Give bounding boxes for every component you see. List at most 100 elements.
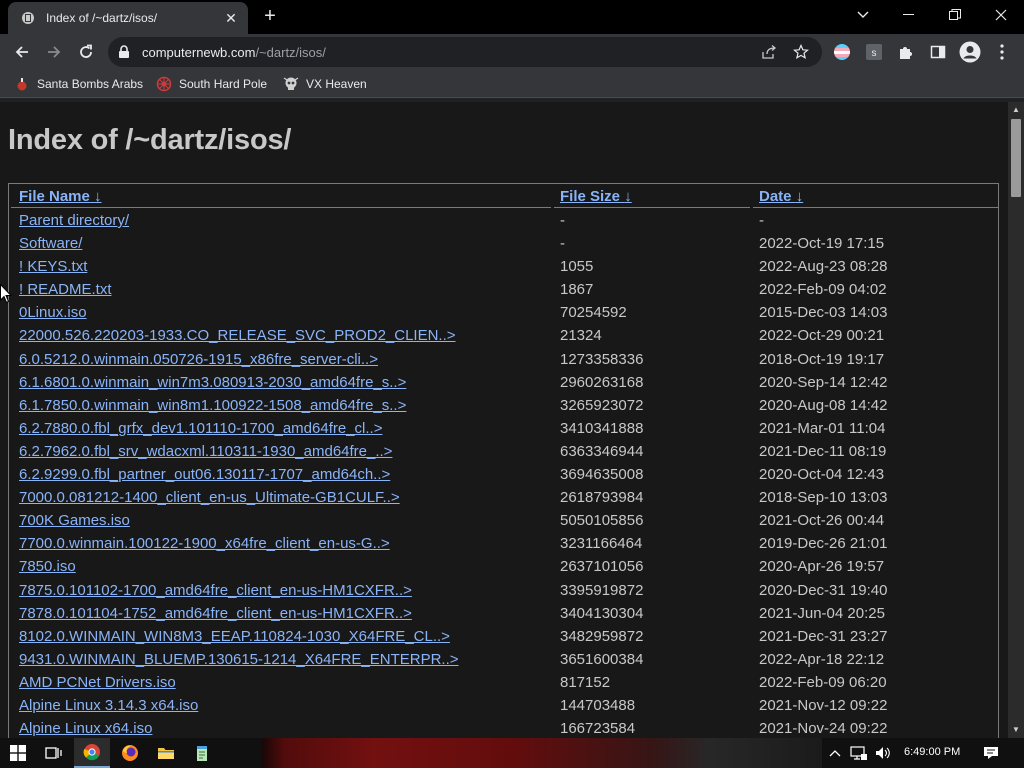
column-header-file-size[interactable]: File Size ↓ — [560, 188, 632, 205]
file-link[interactable]: AMD PCNet Drivers.iso — [19, 674, 176, 691]
puzzle-icon — [900, 47, 912, 59]
file-date: 2019-Dec-26 21:01 — [759, 535, 888, 553]
file-date: 2020-Aug-08 14:42 — [759, 396, 888, 414]
file-link[interactable]: 7878.0.101104-1752_amd64fre_client_en-us… — [19, 605, 412, 622]
forward-button[interactable] — [42, 40, 66, 64]
file-link[interactable]: 7850.iso — [19, 558, 76, 575]
network-button[interactable] — [850, 745, 868, 761]
flower-icon — [156, 76, 172, 92]
page-title: Index of /~dartz/isos/ — [8, 124, 292, 156]
start-button[interactable] — [0, 738, 36, 768]
scroll-up-arrow-icon[interactable]: ▲ — [1008, 102, 1024, 118]
taskbar-clock[interactable]: 6:49:00 PM — [904, 746, 960, 758]
file-link[interactable]: ! README.txt — [19, 281, 112, 298]
bookmark-star-button[interactable] — [792, 43, 810, 61]
profile-button[interactable] — [958, 40, 982, 64]
menu-button[interactable] — [990, 40, 1014, 64]
volume-button[interactable] — [874, 745, 892, 761]
file-link[interactable]: 6.1.7850.0.winmain_win8m1.100922-1508_am… — [19, 397, 406, 414]
file-link[interactable]: 8102.0.WINMAIN_WIN8M3_EEAP.110824-1030_X… — [19, 628, 450, 645]
address-bar[interactable]: computernewb.com/~dartz/isos/ — [108, 37, 822, 67]
table-row: Alpine Linux x64.iso 166723584 2021-Nov-24… — [9, 717, 998, 738]
url-text[interactable]: computernewb.com/~dartz/isos/ — [142, 45, 326, 60]
firefox-icon — [122, 745, 138, 761]
header-rule — [11, 207, 551, 208]
bookmark-label: Santa Bombs Arabs — [37, 77, 144, 91]
file-size: 1273358336 — [560, 350, 644, 368]
bookmark-santa-bombs-arabs[interactable]: Santa Bombs Arabs — [14, 76, 143, 92]
header-rule — [753, 207, 998, 208]
file-link[interactable]: 0Linux.iso — [19, 304, 87, 321]
notification-icon — [984, 747, 998, 759]
lock-icon[interactable] — [118, 45, 130, 59]
file-link[interactable]: 6.2.7962.0.fbl_srv_wdacxml.110311-1930_a… — [19, 443, 392, 460]
file-link[interactable]: 6.2.7880.0.fbl_grfx_dev1.101110-1700_amd… — [19, 420, 382, 437]
browser-tab[interactable]: Index of /~dartz/isos/ ✕ — [8, 2, 248, 34]
side-panel-button[interactable] — [926, 40, 950, 64]
bookmark-vx-heaven[interactable]: VX Heaven — [283, 76, 367, 92]
table-row: 6.1.6801.0.winmain_win7m3.080913-2030_am… — [9, 371, 998, 394]
column-header-date[interactable]: Date ↓ — [759, 188, 803, 205]
page-scrollbar[interactable]: ▲ ▼ — [1008, 102, 1024, 738]
column-header-file-name[interactable]: File Name ↓ — [19, 188, 102, 205]
file-link[interactable]: 6.2.9299.0.fbl_partner_out06.130117-1707… — [19, 466, 390, 483]
table-body: Parent directory/ - - Software/ - 2022-Oct-19… — [9, 209, 998, 738]
extensions-button[interactable] — [894, 40, 918, 64]
table-row: 6.1.7850.0.winmain_win8m1.100922-1508_am… — [9, 394, 998, 417]
skull-icon — [283, 76, 299, 92]
file-link[interactable]: Alpine Linux x64.iso — [19, 720, 152, 737]
file-date: 2021-Jun-04 20:25 — [759, 604, 885, 622]
file-link[interactable]: 7875.0.101102-1700_amd64fre_client_en-us… — [19, 582, 412, 599]
new-tab-button[interactable]: + — [258, 6, 282, 28]
file-link[interactable]: ! KEYS.txt — [19, 258, 87, 275]
table-row: 22000.526.220203-1933.CO_RELEASE_SVC_PRO… — [9, 324, 998, 347]
file-link[interactable]: 700K Games.iso — [19, 512, 130, 529]
tab-search-button[interactable] — [840, 0, 886, 30]
table-row: 9431.0.WINMAIN_BLUEMP.130615-1214_X64FRE… — [9, 648, 998, 671]
taskbar-firefox[interactable] — [112, 738, 148, 768]
file-link[interactable]: 22000.526.220203-1933.CO_RELEASE_SVC_PRO… — [19, 327, 456, 344]
page-content: Index of /~dartz/isos/ File Name ↓ File … — [0, 102, 1008, 738]
file-link[interactable]: 6.1.6801.0.winmain_win7m3.080913-2030_am… — [19, 374, 406, 391]
file-link[interactable]: Parent directory/ — [19, 212, 129, 229]
taskbar-chrome[interactable] — [74, 738, 110, 768]
extension-flag-button[interactable] — [830, 40, 854, 64]
chevron-down-icon — [857, 11, 869, 18]
task-view-button[interactable] — [36, 738, 72, 768]
file-date: 2020-Sep-14 12:42 — [759, 373, 888, 391]
file-size: 3265923072 — [560, 396, 644, 414]
browser-toolbar: computernewb.com/~dartz/isos/ s — [0, 34, 1024, 70]
file-link[interactable]: Alpine Linux 3.14.3 x64.iso — [19, 697, 198, 714]
close-tab-icon[interactable]: ✕ — [222, 10, 240, 27]
minimize-button[interactable] — [886, 0, 932, 30]
taskbar-notepad[interactable] — [184, 738, 220, 768]
file-date: 2021-Nov-12 09:22 — [759, 696, 888, 714]
file-link[interactable]: 6.0.5212.0.winmain.050726-1915_x86fre_se… — [19, 351, 378, 368]
table-row: AMD PCNet Drivers.iso 817152 2022-Feb-09 0… — [9, 671, 998, 694]
share-icon — [762, 45, 777, 59]
taskbar-file-explorer[interactable] — [148, 738, 184, 768]
file-link[interactable]: 9431.0.WINMAIN_BLUEMP.130615-1214_X64FRE… — [19, 651, 459, 668]
file-link[interactable]: 7000.0.081212-1400_client_en-us_Ultimate… — [19, 489, 400, 506]
share-button[interactable] — [760, 43, 778, 61]
column-label: File Name — [19, 188, 90, 205]
file-size: 3395919872 — [560, 581, 644, 599]
scroll-down-arrow-icon[interactable]: ▼ — [1008, 722, 1024, 738]
back-button[interactable] — [10, 40, 34, 64]
file-size: 817152 — [560, 673, 611, 691]
show-hidden-icons-button[interactable] — [826, 745, 844, 761]
table-row: 0Linux.iso 70254592 2015-Dec-03 14:03 — [9, 301, 998, 324]
file-date: 2022-Oct-19 17:15 — [759, 235, 885, 253]
file-size: 3694635008 — [560, 466, 644, 484]
restore-button[interactable] — [932, 0, 978, 30]
file-date: 2020-Oct-04 12:43 — [759, 466, 885, 484]
close-window-button[interactable] — [978, 0, 1024, 30]
action-center-button[interactable] — [982, 745, 1000, 761]
reload-button[interactable] — [74, 40, 98, 64]
file-date: 2020-Apr-26 19:57 — [759, 558, 885, 576]
file-link[interactable]: 7700.0.winmain.100122-1900_x64fre_client… — [19, 535, 390, 552]
file-link[interactable]: Software/ — [19, 235, 82, 252]
extension-s-button[interactable]: s — [862, 40, 886, 64]
scrollbar-thumb[interactable] — [1011, 119, 1021, 197]
bookmark-south-hard-pole[interactable]: South Hard Pole — [156, 76, 267, 92]
